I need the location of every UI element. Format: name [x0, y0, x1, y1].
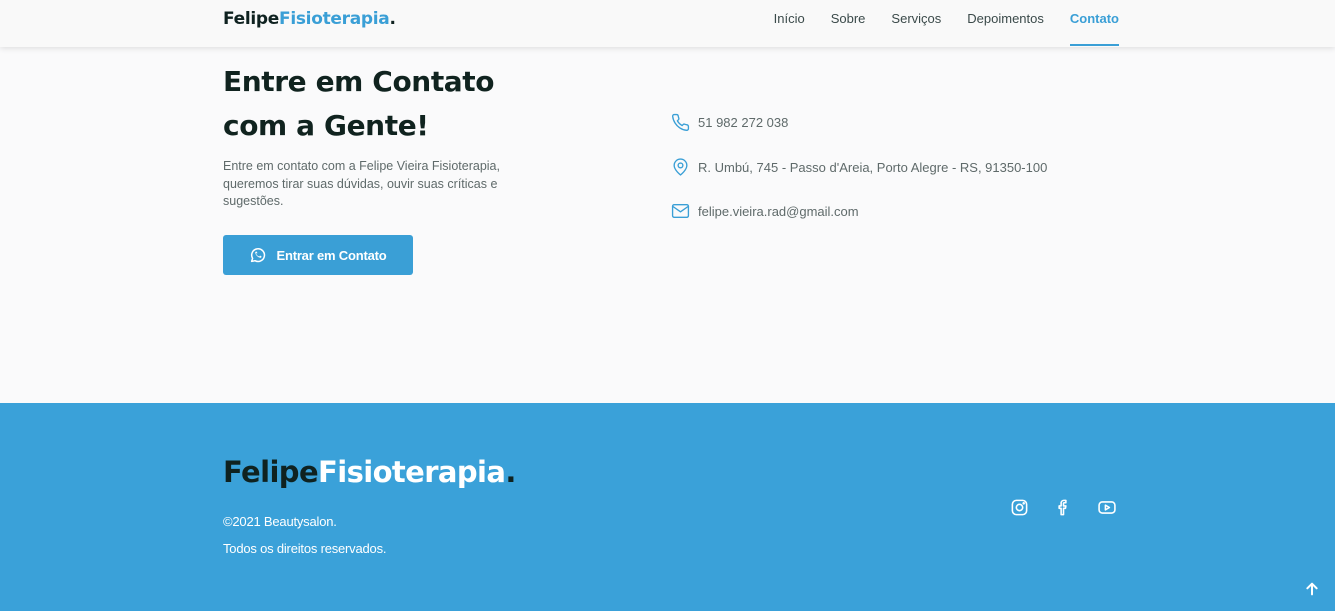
footer-logo[interactable]: FelipeFisioterapia.	[223, 455, 516, 489]
site-header: FelipeFisioterapia. Início Sobre Serviço…	[0, 0, 1335, 47]
contact-description: Entre em contato com a Felipe Vieira Fis…	[223, 159, 500, 208]
site-footer: FelipeFisioterapia. ©2021 Beautysalon. T…	[0, 403, 1335, 611]
mail-icon	[670, 201, 690, 221]
address-text: R. Umbú, 745 - Passo d'Areia, Porto Aleg…	[698, 159, 1048, 175]
footer-logo-accent: Fisioterapia	[318, 455, 506, 489]
footer-logo-first: Felipe	[223, 455, 319, 489]
youtube-icon[interactable]	[1097, 497, 1117, 517]
arrow-up-icon[interactable]	[1304, 581, 1324, 601]
footer-rights: Todos os direitos reservados.	[223, 541, 387, 556]
phone-icon	[670, 112, 690, 132]
instagram-icon[interactable]	[1009, 497, 1029, 517]
logo-first: Felipe	[223, 9, 280, 29]
contact-address[interactable]: R. Umbú, 745 - Passo d'Areia, Porto Aleg…	[670, 156, 1047, 178]
contact-phone[interactable]: 51 982 272 038	[670, 111, 788, 133]
logo-accent: Fisioterapia	[279, 9, 390, 29]
footer-copyright: ©2021 Beautysalon.	[223, 514, 337, 529]
social-links	[1009, 497, 1141, 517]
facebook-icon[interactable]	[1053, 497, 1073, 517]
site-logo[interactable]: FelipeFisioterapia.	[223, 9, 396, 29]
contact-title: Entre em Contato com a Gente!	[223, 65, 495, 142]
nav-item-inicio[interactable]: Início	[774, 0, 805, 47]
nav-item-depoimentos[interactable]: Depoimentos	[967, 0, 1044, 47]
phone-text: 51 982 272 038	[698, 114, 789, 130]
nav-item-sobre[interactable]: Sobre	[831, 0, 866, 47]
nav-item-contato[interactable]: Contato	[1069, 0, 1119, 46]
contact-whatsapp-button[interactable]: Entrar em Contato	[223, 235, 413, 275]
cta-label: Entrar em Contato	[276, 247, 387, 263]
footer-logo-dot: .	[505, 455, 516, 489]
nav-item-servicos[interactable]: Serviços	[891, 0, 941, 47]
email-text: felipe.vieira.rad@gmail.com	[698, 203, 859, 219]
contact-email[interactable]: felipe.vieira.rad@gmail.com	[670, 200, 859, 222]
main-nav: Início Sobre Serviços Depoimentos Contat…	[748, 0, 1119, 47]
map-pin-icon	[670, 157, 690, 177]
whatsapp-icon	[251, 248, 266, 263]
logo-dot: .	[389, 9, 396, 29]
